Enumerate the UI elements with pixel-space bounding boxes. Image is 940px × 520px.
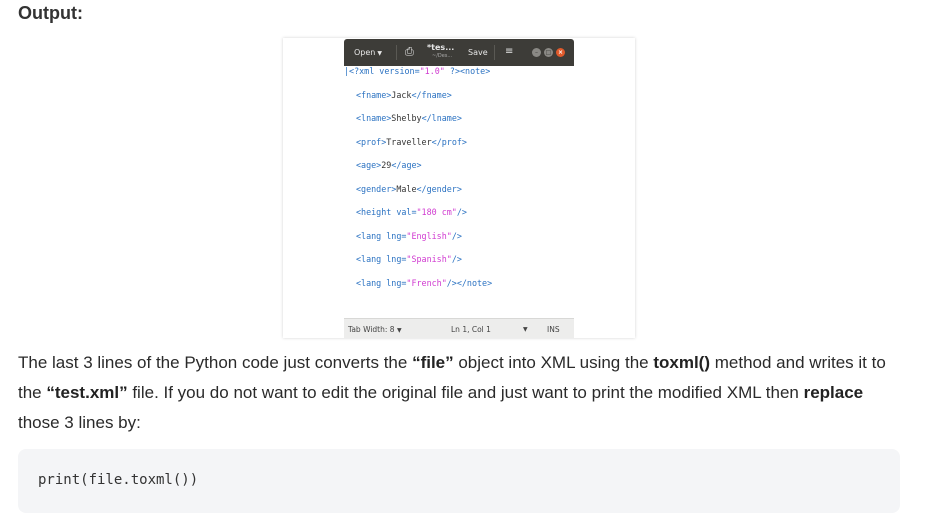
xml-line: <lang lng="English"/> xyxy=(356,230,462,241)
output-heading: Output: xyxy=(18,3,83,23)
titlebar-separator xyxy=(396,45,397,60)
maximize-icon[interactable]: □ xyxy=(544,48,553,57)
save-button[interactable]: Save xyxy=(468,48,488,57)
hamburger-menu-icon[interactable]: ≡ xyxy=(505,46,513,57)
editor-subtitle: ~/Des... xyxy=(432,53,453,59)
xml-line: <gender>Male</gender> xyxy=(356,183,462,194)
editor-title: *tes... xyxy=(427,43,455,52)
cursor-position[interactable]: Ln 1, Col 1 xyxy=(451,325,491,334)
explanation-paragraph: The last 3 lines of the Python code just… xyxy=(18,353,886,432)
position-dropdown-icon[interactable]: ▼ xyxy=(523,326,528,333)
open-dropdown-icon: ▼ xyxy=(377,50,382,57)
xml-line: <height val="180 cm"/> xyxy=(356,207,467,217)
editor-screenshot: Open ▼ ⎙ *tes... ~/Des... Save ≡ – □ × |<… xyxy=(283,38,635,338)
xml-line: <age>29</age> xyxy=(356,160,422,170)
tab-width-dropdown-icon: ▼ xyxy=(396,327,402,334)
minimize-icon[interactable]: – xyxy=(532,48,541,57)
titlebar-separator xyxy=(494,45,495,60)
xml-line: |<?xml version="1.0" ?><note> xyxy=(344,66,491,76)
tab-width-selector[interactable]: Tab Width: 8 ▼ xyxy=(348,325,402,334)
editor-text-area[interactable]: |<?xml version="1.0" ?><note> <fname>Jac… xyxy=(344,66,574,318)
insert-mode-indicator: INS xyxy=(547,325,560,334)
xml-line: <lang lng="Spanish"/> xyxy=(356,254,462,264)
open-button[interactable]: Open ▼ xyxy=(354,48,382,57)
document-icon[interactable]: ⎙ xyxy=(405,45,414,59)
code-snippet: print(file.toxml()) xyxy=(38,472,199,488)
text-editor-window: Open ▼ ⎙ *tes... ~/Des... Save ≡ – □ × |<… xyxy=(344,38,574,338)
xml-line: <lname>Shelby</lname> xyxy=(356,113,462,123)
code-block: print(file.toxml()) xyxy=(18,449,900,513)
close-icon[interactable]: × xyxy=(556,48,565,57)
editor-titlebar: Open ▼ ⎙ *tes... ~/Des... Save ≡ – □ × xyxy=(344,39,574,66)
editor-statusbar: Tab Width: 8 ▼ Ln 1, Col 1 ▼ INS xyxy=(344,318,574,338)
xml-line: <prof>Traveller</prof> xyxy=(356,136,467,147)
xml-line: <lang lng="French"/></note> xyxy=(356,277,493,288)
xml-line: <fname>Jack</fname> xyxy=(356,89,452,100)
